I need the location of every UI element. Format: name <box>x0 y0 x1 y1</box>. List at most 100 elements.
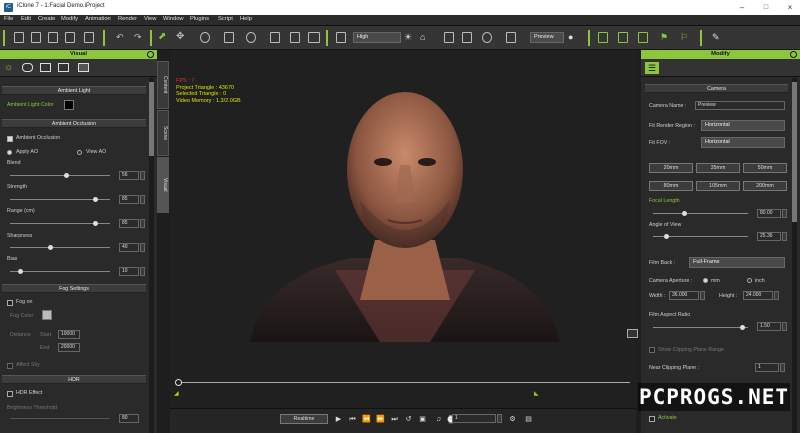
snap-icon[interactable] <box>270 32 280 43</box>
fast-forward-icon[interactable]: ⏩ <box>376 415 385 424</box>
fog-start-input[interactable]: 10000 <box>58 330 80 339</box>
sun-tab-icon[interactable]: ☼ <box>4 62 15 73</box>
film-aspect-ratio-slider[interactable] <box>653 325 748 330</box>
strength-slider-knob[interactable] <box>92 197 98 202</box>
range-slider-knob[interactable] <box>92 221 98 226</box>
lens-20mm-button[interactable]: 20mm <box>649 163 693 173</box>
export-icon[interactable] <box>84 32 94 43</box>
sliders-tab-icon[interactable]: ☰ <box>645 62 659 74</box>
select-arrow-icon[interactable]: ⬈ <box>158 32 168 43</box>
fit-icon[interactable] <box>444 32 454 43</box>
timeline-start-marker[interactable]: ◢ <box>174 390 179 397</box>
brightness-threshold-slider[interactable] <box>10 418 110 419</box>
hdr-effect-checkbox[interactable] <box>7 391 13 397</box>
menu-plugins[interactable]: Plugins <box>190 16 209 22</box>
frame-input[interactable]: 1 <box>452 414 496 423</box>
fog-settings-header[interactable]: Fog Settings <box>2 284 146 293</box>
play-icon[interactable]: ▶ <box>334 415 343 424</box>
flag-outline-icon[interactable]: ⚐ <box>680 32 690 43</box>
strength-spinner[interactable] <box>140 195 145 204</box>
width-spinner[interactable] <box>700 291 705 300</box>
near-clipping-spinner[interactable] <box>780 363 785 372</box>
menu-animation[interactable]: Animation <box>85 16 111 22</box>
blend-slider-knob[interactable] <box>63 173 69 178</box>
menu-render[interactable]: Render <box>118 16 137 22</box>
near-clipping-input[interactable]: 1 <box>755 363 779 372</box>
rewind-icon[interactable]: ⏪ <box>362 415 371 424</box>
angle-of-view-spinner[interactable] <box>782 232 787 241</box>
sharpness-slider-knob[interactable] <box>47 245 53 250</box>
blend-input[interactable]: 56 <box>119 171 139 180</box>
lens-35mm-button[interactable]: 35mm <box>696 163 740 173</box>
menu-help[interactable]: Help <box>240 16 252 22</box>
move-icon[interactable]: ✥ <box>176 32 186 43</box>
film-aspect-ratio-spinner[interactable] <box>782 322 787 331</box>
hdr-header[interactable]: HDR <box>2 375 146 384</box>
focal-length-slider-knob[interactable] <box>682 211 688 216</box>
right-panel-scroll-thumb[interactable] <box>792 82 797 222</box>
flag-icon[interactable]: ⚑ <box>660 32 670 43</box>
camera-header[interactable]: Camera <box>645 84 788 93</box>
record-icon[interactable]: ▣ <box>418 415 427 424</box>
undo-icon[interactable]: ↶ <box>116 32 126 43</box>
sharpness-slider[interactable] <box>10 245 110 250</box>
settings-icon[interactable]: ⚙ <box>508 415 517 424</box>
camera-dropdown[interactable]: Preview <box>530 32 564 43</box>
realtime-dropdown[interactable]: Realtime <box>280 414 328 424</box>
tab-scene[interactable]: Scene <box>157 110 169 156</box>
strength-input[interactable]: 85 <box>119 195 139 204</box>
brightness-threshold-input[interactable]: 80 <box>119 414 139 423</box>
menu-view[interactable]: View <box>144 16 156 22</box>
width-input[interactable]: 36.000 <box>669 291 699 300</box>
maximize-button[interactable]: □ <box>758 2 774 13</box>
align-icon[interactable] <box>290 32 300 43</box>
home-icon[interactable]: ⌂ <box>420 32 430 43</box>
range-slider[interactable] <box>10 221 110 226</box>
tab-visual[interactable]: Visual <box>157 157 169 213</box>
bias-input[interactable]: 10 <box>119 267 139 276</box>
right-panel-scrollbar[interactable] <box>792 78 797 433</box>
brush-icon[interactable]: ✎ <box>712 32 722 43</box>
view-ao-radio[interactable] <box>77 150 82 155</box>
fit-fov-dropdown[interactable]: Horizontal <box>701 137 785 148</box>
menu-create[interactable]: Create <box>38 16 55 22</box>
range-spinner[interactable] <box>140 219 145 228</box>
ambient-occlusion-header[interactable]: Ambient Occlusion <box>2 119 146 128</box>
menu-script[interactable]: Script <box>218 16 233 22</box>
go-end-icon[interactable]: ⏭ <box>390 415 399 424</box>
timeline-view-icon[interactable]: ▤ <box>524 415 533 424</box>
fog-color-swatch[interactable] <box>42 310 52 320</box>
fog-end-input[interactable]: 20000 <box>58 343 80 352</box>
show-clipping-checkbox[interactable] <box>649 347 655 353</box>
3d-viewport[interactable]: FPS : 7 Project Triangle : 43670 Selecte… <box>170 50 636 412</box>
aperture-inch-radio[interactable] <box>747 278 752 283</box>
camera-name-input[interactable]: Preview <box>695 101 785 110</box>
lamp-icon[interactable] <box>618 32 628 43</box>
focal-length-input[interactable]: 80.00 <box>757 209 781 218</box>
tab-content[interactable]: Content <box>157 61 169 109</box>
loop-icon[interactable]: ↺ <box>404 415 413 424</box>
ambient-light-color-swatch[interactable] <box>64 100 74 110</box>
height-input[interactable]: 24.000 <box>743 291 773 300</box>
lens-105mm-button[interactable]: 105mm <box>696 181 740 191</box>
fog-on-checkbox[interactable] <box>7 300 13 306</box>
rotate-icon[interactable] <box>200 32 210 43</box>
render-window-icon[interactable] <box>336 32 346 43</box>
camera-frame-icon[interactable] <box>506 32 516 43</box>
angle-of-view-input[interactable]: 25.36 <box>757 232 781 241</box>
strength-slider[interactable] <box>10 197 110 202</box>
focal-length-slider[interactable] <box>653 211 748 216</box>
activate-checkbox[interactable] <box>649 416 655 422</box>
blend-spinner[interactable] <box>140 171 145 180</box>
lens-50mm-button[interactable]: 50mm <box>743 163 787 173</box>
affect-sky-checkbox[interactable] <box>7 363 13 369</box>
new-file-icon[interactable] <box>14 32 24 43</box>
sharpness-input[interactable]: 40 <box>119 243 139 252</box>
range-input[interactable]: 85 <box>119 219 139 228</box>
ambient-occlusion-checkbox[interactable] <box>7 136 13 142</box>
menu-window[interactable]: Window <box>163 16 184 22</box>
video-camera-icon[interactable]: ● <box>568 32 578 43</box>
height-spinner[interactable] <box>774 291 779 300</box>
filter-tab-icon[interactable] <box>78 63 89 72</box>
panel-close-icon[interactable] <box>147 51 154 58</box>
